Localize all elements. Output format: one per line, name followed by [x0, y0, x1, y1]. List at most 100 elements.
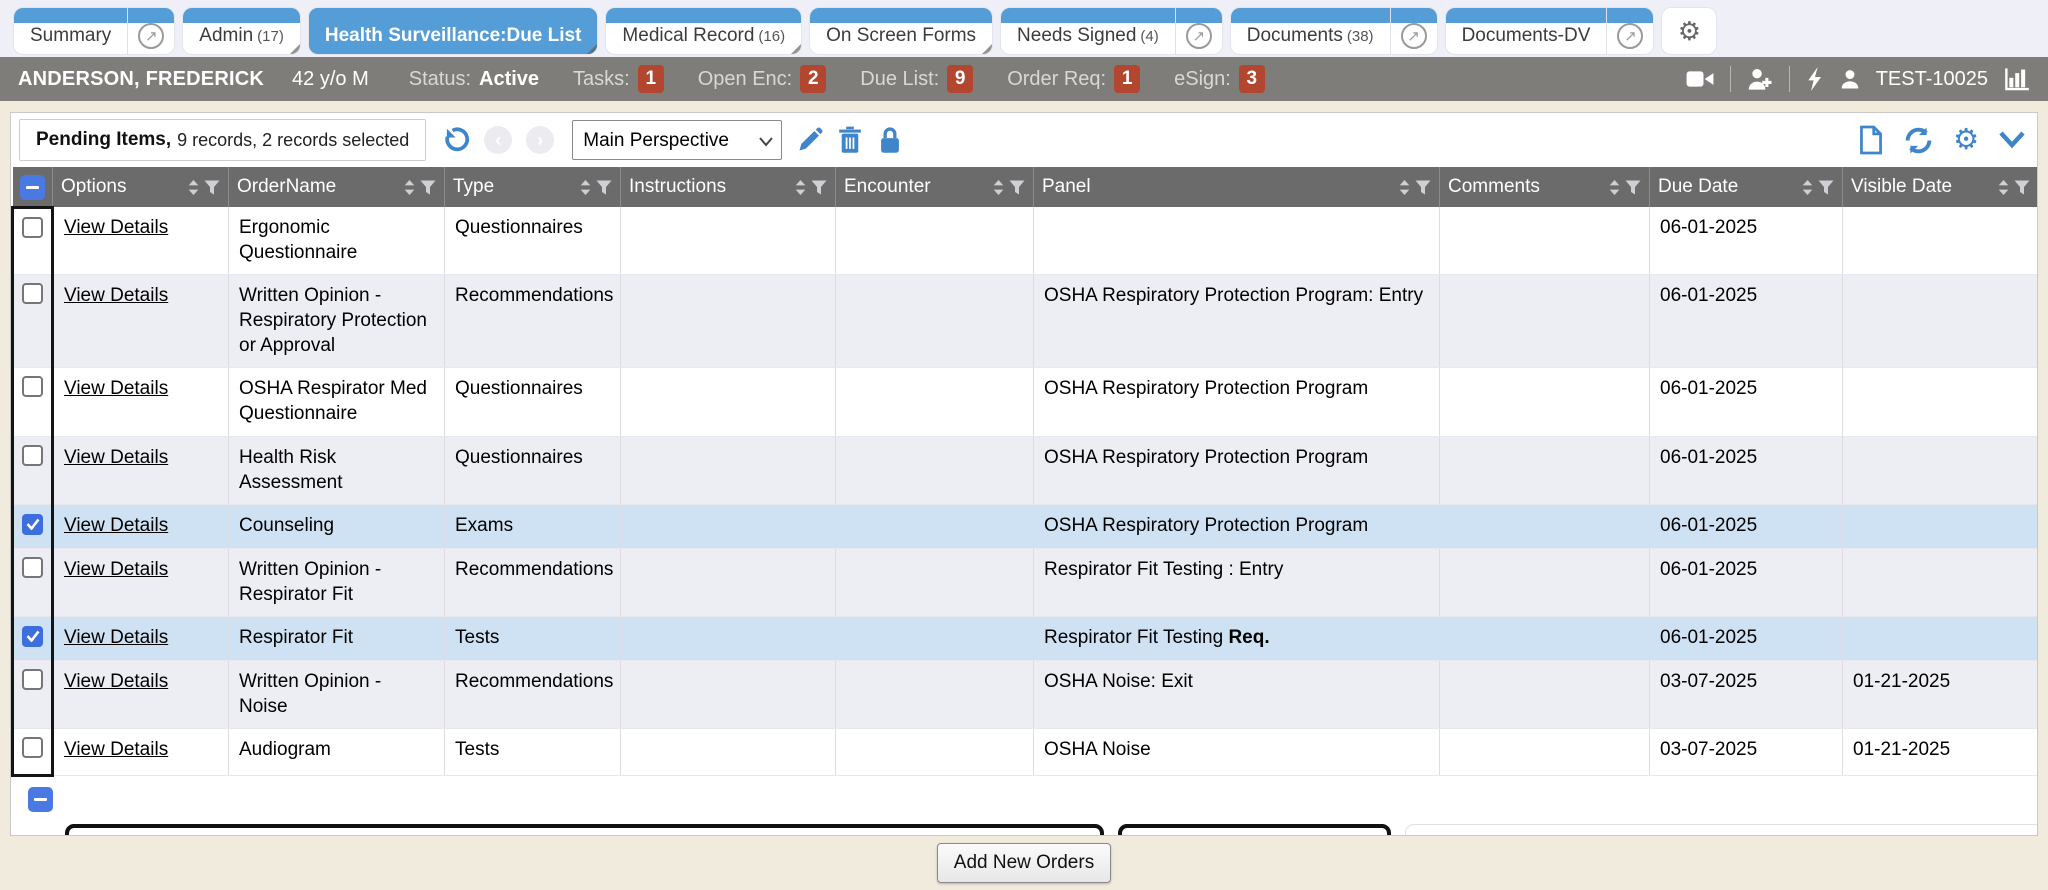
- delete-perspective-icon[interactable]: [837, 126, 863, 154]
- view-details-link[interactable]: View Details: [64, 378, 168, 399]
- bar-chart-icon[interactable]: [2004, 66, 2030, 92]
- sort-icon[interactable]: [993, 180, 1004, 195]
- tab-needs-signed[interactable]: Needs Signed(4)↗: [1001, 8, 1222, 54]
- sort-icon[interactable]: [1802, 180, 1813, 195]
- tab-label: Documents-DV: [1446, 25, 1607, 54]
- tab-label: Medical Record(16): [606, 25, 801, 54]
- view-details-link[interactable]: View Details: [64, 739, 168, 760]
- external-link-icon: ↗: [1617, 23, 1643, 49]
- cell-type: Recommendations: [445, 548, 621, 616]
- open-in-new-window[interactable]: ↗: [1390, 8, 1437, 54]
- due-list-badge[interactable]: 9: [947, 65, 973, 93]
- tab-health-surveillance-due-list[interactable]: Health Surveillance:Due List: [309, 8, 598, 54]
- tab-admin[interactable]: Admin(17): [183, 8, 300, 54]
- column-label: Encounter: [844, 176, 987, 198]
- sort-icon[interactable]: [188, 180, 199, 195]
- esign-badge[interactable]: 3: [1239, 65, 1265, 93]
- cell-comments: [1440, 660, 1650, 728]
- select-all-checkbox-bottom[interactable]: [28, 787, 53, 812]
- cell-encounter: [836, 436, 1034, 504]
- tab-count: (17): [257, 28, 284, 45]
- row-checkbox[interactable]: [22, 557, 43, 578]
- next-perspective-icon[interactable]: ›: [526, 126, 554, 154]
- sort-icon[interactable]: [580, 180, 591, 195]
- filter-funnel-icon[interactable]: [1818, 180, 1834, 195]
- filter-funnel-icon[interactable]: [2014, 180, 2030, 195]
- column-label: Visible Date: [1851, 176, 1992, 198]
- action-group: Action EditAdd To WaitlistEvaluateSchedu…: [65, 824, 1104, 836]
- status-value: Active: [479, 68, 539, 91]
- order-req-badge[interactable]: 1: [1114, 65, 1140, 93]
- bolt-icon[interactable]: [1806, 67, 1824, 91]
- row-checkbox[interactable]: [22, 445, 43, 466]
- cell-due-date: 06-01-2025: [1650, 617, 1843, 661]
- collapse-chevron-icon[interactable]: [1999, 131, 2025, 149]
- tab-summary[interactable]: Summary↗: [14, 8, 174, 54]
- open-in-new-window[interactable]: ↗: [1175, 8, 1222, 54]
- view-details-link[interactable]: View Details: [64, 559, 168, 580]
- open-enc-badge[interactable]: 2: [800, 65, 826, 93]
- view-details-link[interactable]: View Details: [64, 627, 168, 648]
- cell-visible-date: [1843, 368, 2039, 436]
- filter-funnel-icon[interactable]: [204, 180, 220, 195]
- cell-type: Recommendations: [445, 660, 621, 728]
- tab-medical-record[interactable]: Medical Record(16): [606, 8, 801, 54]
- cell-ordername: Respirator Fit: [229, 617, 445, 661]
- cell-instructions: [621, 505, 836, 549]
- sort-icon[interactable]: [1609, 180, 1620, 195]
- filter-funnel-icon[interactable]: [811, 180, 827, 195]
- row-checkbox[interactable]: [22, 283, 43, 304]
- row-checkbox[interactable]: [22, 626, 43, 647]
- new-document-icon[interactable]: [1858, 125, 1884, 155]
- view-details-link[interactable]: View Details: [64, 447, 168, 468]
- row-checkbox[interactable]: [22, 669, 43, 690]
- view-details-link[interactable]: View Details: [64, 515, 168, 536]
- filter-funnel-icon[interactable]: [1625, 180, 1641, 195]
- row-checkbox[interactable]: [22, 217, 43, 238]
- refresh-icon[interactable]: [1904, 126, 1933, 155]
- tab-on-screen-forms[interactable]: On Screen Forms: [810, 8, 992, 54]
- view-details-link[interactable]: View Details: [64, 285, 168, 306]
- row-checkbox[interactable]: [22, 514, 43, 535]
- cell-due-date: 06-01-2025: [1650, 368, 1843, 436]
- edit-perspective-icon[interactable]: [796, 127, 823, 154]
- sort-icon[interactable]: [1998, 180, 2009, 195]
- column-label: Instructions: [629, 176, 789, 198]
- sort-icon[interactable]: [1399, 180, 1410, 195]
- cell-encounter: [836, 505, 1034, 549]
- undo-icon[interactable]: [440, 125, 470, 155]
- sort-icon[interactable]: [795, 180, 806, 195]
- video-camera-icon[interactable]: [1686, 68, 1714, 90]
- open-in-new-window[interactable]: ↗: [127, 8, 174, 54]
- filter-funnel-icon[interactable]: [420, 180, 436, 195]
- panel-required-flag: Req.: [1228, 627, 1269, 648]
- previous-perspective-icon[interactable]: ‹: [484, 126, 512, 154]
- cell-instructions: [621, 368, 836, 436]
- counter-due-list: Due List:9: [860, 65, 973, 93]
- open-in-new-window[interactable]: ↗: [1606, 8, 1653, 54]
- cell-type: Tests: [445, 729, 621, 776]
- row-checkbox[interactable]: [22, 737, 43, 758]
- perspective-select[interactable]: Main Perspective: [572, 120, 782, 160]
- grid-settings-gear-icon[interactable]: ⚙︎: [1953, 126, 1979, 155]
- row-checkbox[interactable]: [22, 376, 43, 397]
- sort-icon[interactable]: [404, 180, 415, 195]
- tab-documents[interactable]: Documents(38)↗: [1231, 8, 1437, 54]
- column-header-comments: Comments: [1440, 167, 1650, 207]
- view-details-link[interactable]: View Details: [64, 671, 168, 692]
- table-header-row: OptionsOrderNameTypeInstructionsEncounte…: [13, 167, 2039, 207]
- tab-settings-gears[interactable]: ⚙︎: [1662, 8, 1716, 54]
- tab-label: Summary: [14, 25, 127, 54]
- add-user-icon[interactable]: [1747, 67, 1773, 91]
- view-details-link[interactable]: View Details: [64, 217, 168, 238]
- filter-funnel-icon[interactable]: [596, 180, 612, 195]
- tasks-badge[interactable]: 1: [638, 65, 664, 93]
- lock-icon[interactable]: [877, 126, 903, 154]
- filter-funnel-icon[interactable]: [1009, 180, 1025, 195]
- cell-comments: [1440, 548, 1650, 616]
- filter-funnel-icon[interactable]: [1415, 180, 1431, 195]
- select-all-checkbox[interactable]: [20, 175, 45, 200]
- tab-documents-dv[interactable]: Documents-DV ↗: [1446, 8, 1654, 54]
- pending-items-panel: Pending Items, 9 records, 2 records sele…: [10, 112, 2038, 836]
- add-new-orders-button[interactable]: Add New Orders: [937, 843, 1111, 883]
